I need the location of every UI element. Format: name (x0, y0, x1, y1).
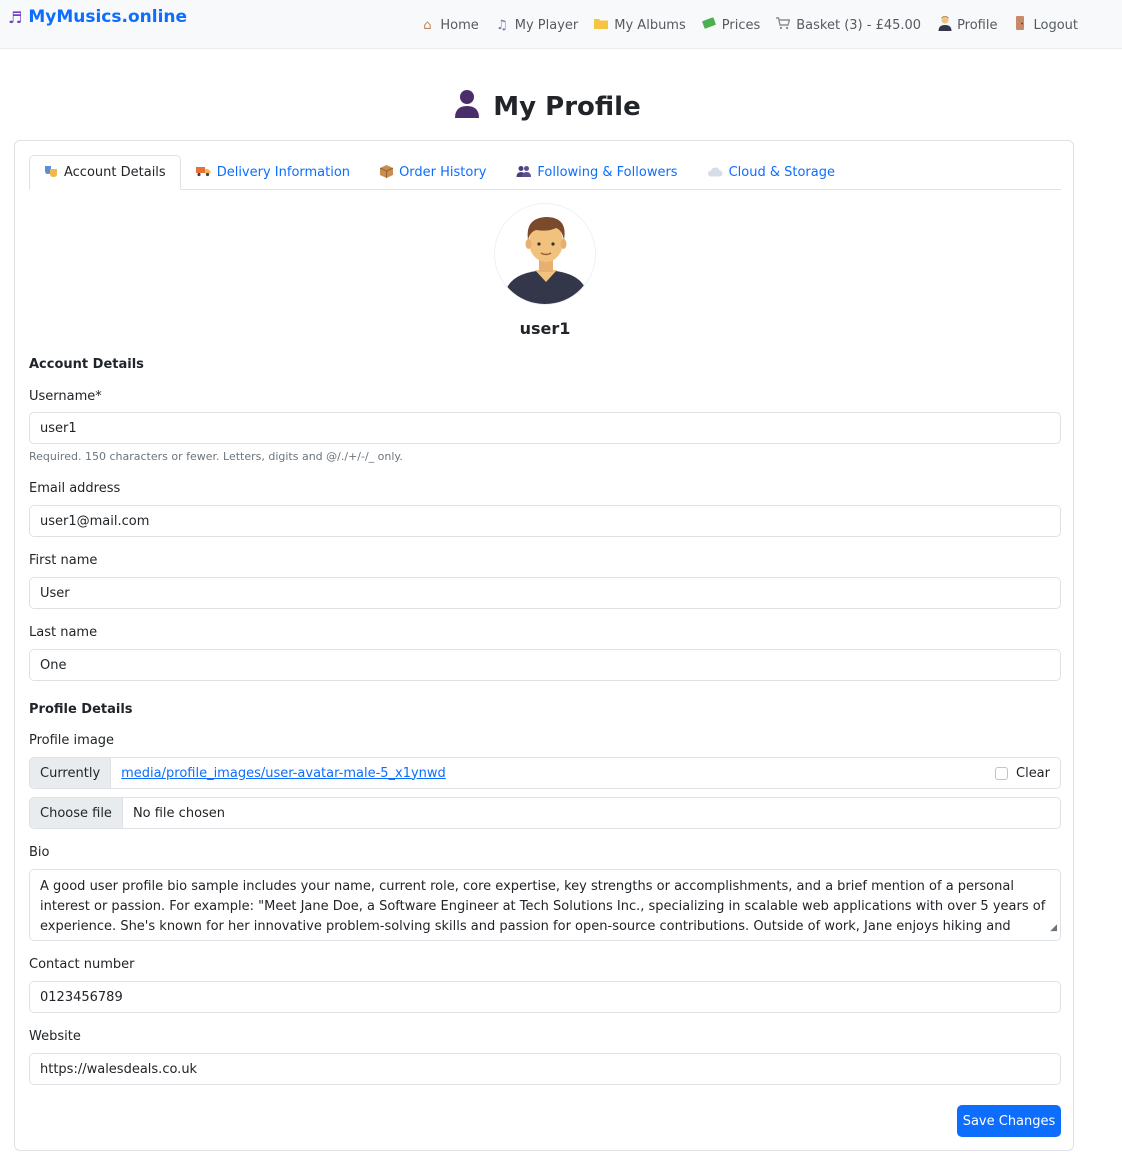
username-input[interactable]: user1 (29, 412, 1061, 444)
no-file-chosen-text: No file chosen (132, 805, 226, 821)
tab-cloud-storage-label: Cloud & Storage (728, 165, 835, 180)
nav-my-albums-label: My Albums (614, 17, 686, 33)
first-name-input[interactable]: User (29, 577, 1061, 609)
username-help-text: Required. 150 characters or fewer. Lette… (29, 450, 403, 463)
tab-following-followers[interactable]: Following & Followers (501, 155, 692, 190)
brand-name: MyMusics.online (28, 7, 188, 27)
user-silhouette-icon (453, 88, 481, 125)
tab-order-history-label: Order History (399, 165, 487, 180)
tab-account-details-label: Account Details (64, 165, 166, 180)
cloud-icon (707, 166, 723, 180)
clear-image-checkbox[interactable] (995, 766, 1008, 780)
website-input[interactable]: https://walesdeals.co.uk (29, 1053, 1061, 1085)
home-icon: ⌂ (423, 17, 432, 33)
nav-links: ⌂ Home ♫ My Player My Albums Prices Bask… (420, 15, 1078, 35)
tab-delivery-information[interactable]: Delivery Information (181, 155, 365, 190)
last-name-input[interactable]: One (29, 649, 1061, 681)
tab-cloud-storage[interactable]: Cloud & Storage (693, 155, 850, 190)
money-icon (702, 17, 716, 33)
nav-profile[interactable]: Profile (937, 15, 997, 35)
nav-prices[interactable]: Prices (702, 17, 761, 33)
last-name-label: Last name (29, 625, 98, 640)
email-label: Email address (29, 481, 121, 496)
clear-image-label: Clear (1016, 765, 1050, 781)
tab-account-details[interactable]: Account Details (29, 155, 181, 190)
tab-following-followers-label: Following & Followers (537, 165, 678, 180)
choose-file-button[interactable]: Choose file (30, 798, 123, 828)
cart-icon (776, 16, 791, 34)
file-upload-group: Choose file No file chosen (29, 797, 1061, 829)
tab-order-history[interactable]: Order History (365, 155, 501, 190)
email-input[interactable]: user1@mail.com (29, 505, 1061, 537)
page-title-row: My Profile (0, 88, 1094, 125)
currently-addon: Currently (30, 758, 112, 788)
username-label: Username* (29, 389, 102, 404)
masks-icon (44, 165, 58, 181)
nav-logout[interactable]: Logout (1013, 16, 1078, 34)
nav-my-albums[interactable]: My Albums (594, 17, 686, 33)
profile-username: user1 (519, 319, 571, 338)
bio-text: A good user profile bio sample includes … (40, 879, 1046, 940)
profile-image-label: Profile image (29, 733, 115, 748)
nav-basket-label: Basket (3) - £45.00 (796, 17, 922, 33)
first-name-label: First name (29, 553, 98, 568)
account-details-heading: Account Details (29, 357, 144, 372)
current-image-value: media/profile_images/user-avatar-male-5_… (111, 758, 995, 788)
clear-image-control: Clear (995, 758, 1060, 788)
profile-card: Account Details Delivery Information Ord… (14, 140, 1074, 1151)
nav-home-label: Home (440, 17, 479, 33)
nav-my-player[interactable]: ♫ My Player (495, 17, 579, 33)
nav-my-player-label: My Player (514, 17, 579, 33)
nav-basket[interactable]: Basket (3) - £45.00 (776, 16, 922, 34)
music-note-icon: ♫ (495, 17, 508, 33)
profile-avatar (494, 203, 596, 305)
package-icon (379, 164, 394, 181)
user-icon (937, 15, 952, 35)
profile-tabs: Account Details Delivery Information Ord… (29, 154, 1061, 190)
contact-number-input[interactable]: 0123456789 (29, 981, 1061, 1013)
people-icon (516, 165, 532, 180)
truck-icon (195, 165, 211, 180)
bio-textarea[interactable]: A good user profile bio sample includes … (29, 869, 1061, 941)
bio-label: Bio (29, 845, 50, 860)
save-changes-button[interactable]: Save Changes (957, 1105, 1061, 1137)
website-label: Website (29, 1029, 81, 1044)
contact-number-label: Contact number (29, 957, 135, 972)
top-navbar: ♬ MyMusics.online ⌂ Home ♫ My Player My … (0, 0, 1122, 49)
tab-delivery-information-label: Delivery Information (216, 165, 351, 180)
nav-logout-label: Logout (1033, 17, 1078, 33)
folder-icon (594, 17, 609, 33)
nav-home[interactable]: ⌂ Home (420, 17, 479, 33)
page-title: My Profile (493, 91, 641, 122)
door-icon (1013, 16, 1027, 34)
profile-details-heading: Profile Details (29, 702, 133, 717)
nav-profile-label: Profile (957, 17, 998, 33)
current-image-link[interactable]: media/profile_images/user-avatar-male-5_… (121, 766, 446, 781)
brand-logo-link[interactable]: ♬ MyMusics.online (8, 7, 187, 27)
current-image-group: Currently media/profile_images/user-avat… (29, 757, 1061, 789)
nav-prices-label: Prices (721, 17, 761, 33)
resize-handle-icon[interactable]: ◢ (1050, 918, 1057, 938)
music-notes-icon: ♬ (8, 7, 23, 27)
